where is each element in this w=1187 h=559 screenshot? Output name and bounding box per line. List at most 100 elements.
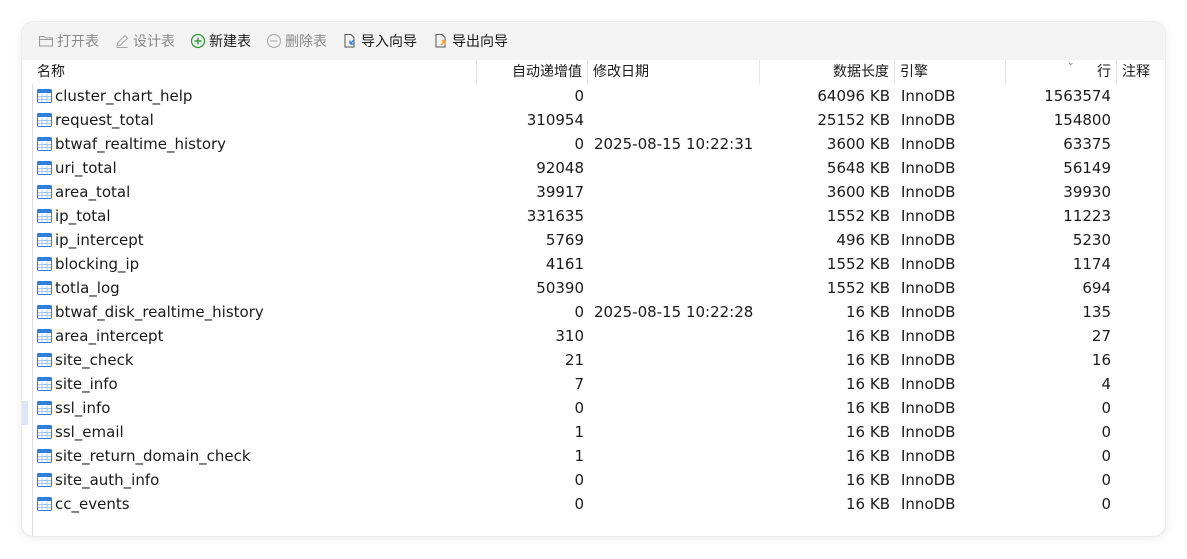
modified-date <box>594 348 759 372</box>
engine-value: InnoDB <box>901 495 956 513</box>
modified-date <box>594 84 759 108</box>
data-length-value: 16 KB <box>846 399 890 417</box>
engine-value: InnoDB <box>901 327 956 345</box>
table-name: blocking_ip <box>55 255 140 273</box>
data-length-value: 16 KB <box>846 327 890 345</box>
modified-date <box>594 372 759 396</box>
sort-descending-icon: ⌄ <box>1067 58 1075 68</box>
table-row[interactable]: totla_log 50390 1552 KB InnoDB 694 <box>33 276 1133 300</box>
column-header-engine[interactable]: 引擎 <box>895 60 1006 84</box>
table-row[interactable]: site_auth_info 0 16 KB InnoDB 0 <box>33 468 1133 492</box>
engine-value: InnoDB <box>901 423 956 441</box>
row-count-value: 56149 <box>1063 159 1111 177</box>
data-length-value: 64096 KB <box>817 87 890 105</box>
engine-value: InnoDB <box>901 111 956 129</box>
row-count-value: 0 <box>1101 495 1111 513</box>
column-header-comment[interactable]: 注释 <box>1117 60 1165 84</box>
engine-value: InnoDB <box>901 231 956 249</box>
table-row[interactable]: cluster_chart_help 0 64096 KB InnoDB 1563574 <box>33 84 1133 108</box>
table-row[interactable]: uri_total 92048 5648 KB InnoDB 56149 <box>33 156 1133 180</box>
row-count-value: 1174 <box>1072 255 1111 273</box>
toolbar: 打开表 设计表 新建表 删除表 导入向导 导出向导 <box>22 22 1165 60</box>
new-table-button[interactable]: 新建表 <box>190 30 251 52</box>
table-row[interactable]: blocking_ip 4161 1552 KB InnoDB 1174 <box>33 252 1133 276</box>
design-table-button[interactable]: 设计表 <box>114 30 175 52</box>
table-name: site_return_domain_check <box>55 447 251 465</box>
table-name: cc_events <box>55 495 130 513</box>
auto-increment-value: 310954 <box>526 111 584 129</box>
data-length-value: 1552 KB <box>826 279 890 297</box>
column-header-data-length[interactable]: 数据长度 <box>760 60 895 84</box>
table-icon <box>37 281 52 295</box>
table-row[interactable]: cc_events 0 16 KB InnoDB 0 <box>33 492 1133 516</box>
table-row[interactable]: ip_total 331635 1552 KB InnoDB 11223 <box>33 204 1133 228</box>
row-count-value: 27 <box>1091 327 1111 345</box>
row-count-value: 39930 <box>1063 183 1111 201</box>
table-row[interactable]: site_return_domain_check 1 16 KB InnoDB 0 <box>33 444 1133 468</box>
data-length-value: 1552 KB <box>826 207 890 225</box>
table-list-window: 打开表 设计表 新建表 删除表 导入向导 导出向导 名称 自动递增值 修改日期 … <box>22 22 1165 536</box>
new-table-label: 新建表 <box>209 34 251 50</box>
table-icon <box>37 401 52 415</box>
engine-value: InnoDB <box>901 447 956 465</box>
table-row[interactable]: request_total 310954 25152 KB InnoDB 154800 <box>33 108 1133 132</box>
column-header-modified[interactable]: 修改日期 <box>588 60 760 84</box>
column-header-row: 名称 自动递增值 修改日期 数据长度 引擎 行 注释 ⌄ <box>32 58 1165 84</box>
table-icon <box>37 353 52 367</box>
table-row[interactable]: site_info 7 16 KB InnoDB 4 <box>33 372 1133 396</box>
table-name: totla_log <box>55 279 120 297</box>
table-row[interactable]: ssl_info 0 16 KB InnoDB 0 <box>33 396 1133 420</box>
import-icon <box>342 33 358 49</box>
auto-increment-value: 0 <box>574 399 584 417</box>
table-icon <box>37 473 52 487</box>
table-name: cluster_chart_help <box>55 87 193 105</box>
row-count-value: 0 <box>1101 399 1111 417</box>
row-count-value: 16 <box>1091 351 1111 369</box>
table-row[interactable]: btwaf_disk_realtime_history 0 2025-08-15 1… <box>33 300 1133 324</box>
table-row[interactable]: site_check 21 16 KB InnoDB 16 <box>33 348 1133 372</box>
pencil-icon <box>114 33 130 49</box>
table-name: site_auth_info <box>55 471 160 489</box>
design-table-label: 设计表 <box>133 34 175 50</box>
export-wizard-button[interactable]: 导出向导 <box>433 30 508 52</box>
row-count-value: 11223 <box>1063 207 1111 225</box>
auto-increment-value: 7 <box>574 375 584 393</box>
column-header-auto-increment[interactable]: 自动递增值 <box>477 60 588 84</box>
modified-date <box>594 276 759 300</box>
engine-value: InnoDB <box>901 279 956 297</box>
data-length-value: 16 KB <box>846 351 890 369</box>
modified-date <box>594 324 759 348</box>
modified-date <box>594 204 759 228</box>
data-length-value: 25152 KB <box>817 111 890 129</box>
delete-table-label: 删除表 <box>285 34 327 50</box>
import-wizard-label: 导入向导 <box>361 34 417 50</box>
folder-icon <box>38 33 54 49</box>
row-count-value: 1563574 <box>1044 87 1111 105</box>
engine-value: InnoDB <box>901 351 956 369</box>
row-count-value: 0 <box>1101 471 1111 489</box>
table-name: request_total <box>55 111 154 129</box>
table-row[interactable]: area_total 39917 3600 KB InnoDB 39930 <box>33 180 1133 204</box>
table-row[interactable]: btwaf_realtime_history 0 2025-08-15 10:22:… <box>33 132 1133 156</box>
table-name: uri_total <box>55 159 117 177</box>
open-table-button[interactable]: 打开表 <box>38 30 99 52</box>
table-name: btwaf_disk_realtime_history <box>55 303 264 321</box>
table-name: ip_total <box>55 207 111 225</box>
column-header-name[interactable]: 名称 <box>32 60 477 84</box>
table-row[interactable]: ssl_email 1 16 KB InnoDB 0 <box>33 420 1133 444</box>
table-icon <box>37 449 52 463</box>
table-name: area_intercept <box>55 327 164 345</box>
table-row[interactable]: ip_intercept 5769 496 KB InnoDB 5230 <box>33 228 1133 252</box>
column-header-rows[interactable]: 行 <box>1006 60 1117 84</box>
table-row[interactable]: area_intercept 310 16 KB InnoDB 27 <box>33 324 1133 348</box>
auto-increment-value: 1 <box>574 447 584 465</box>
engine-value: InnoDB <box>901 303 956 321</box>
import-wizard-button[interactable]: 导入向导 <box>342 30 417 52</box>
engine-value: InnoDB <box>901 183 956 201</box>
row-count-value: 694 <box>1082 279 1111 297</box>
auto-increment-value: 0 <box>574 471 584 489</box>
data-length-value: 496 KB <box>836 231 890 249</box>
delete-table-button[interactable]: 删除表 <box>266 30 327 52</box>
data-length-value: 16 KB <box>846 303 890 321</box>
engine-value: InnoDB <box>901 399 956 417</box>
